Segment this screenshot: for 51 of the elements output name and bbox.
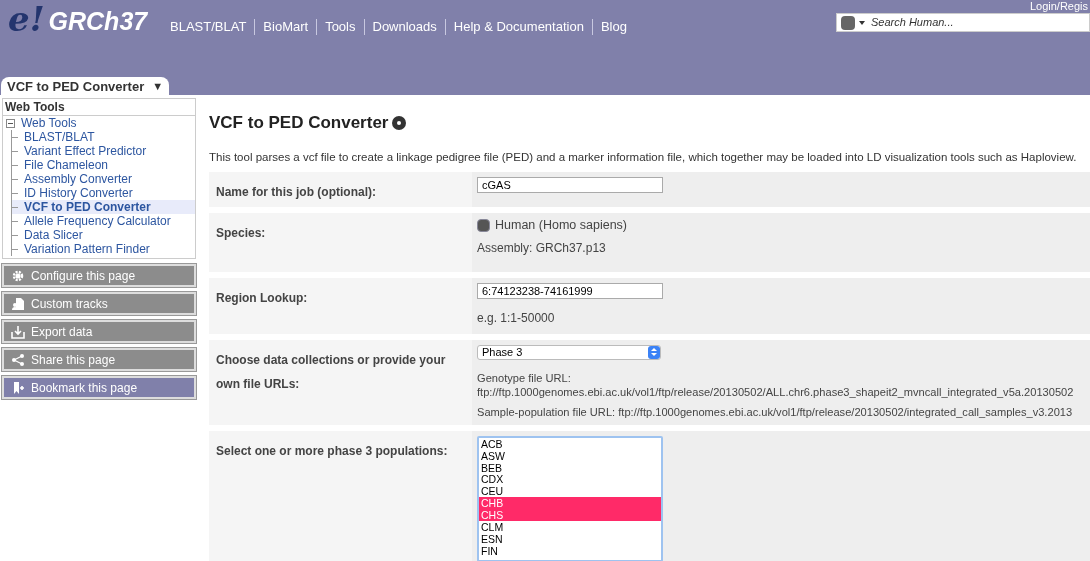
population-listbox[interactable]: ACB ASW BEB CDX CEU CHB CHS CLM ESN FIN	[477, 435, 663, 561]
nav-link[interactable]: Downloads	[372, 17, 437, 37]
nav-link[interactable]: Help & Documentation	[453, 17, 584, 37]
share-icon	[11, 352, 25, 367]
caret-icon[interactable]	[859, 20, 865, 25]
nav-link[interactable]: Tools	[325, 17, 356, 37]
nav-link[interactable]: Blog	[600, 17, 627, 37]
tree-item[interactable]: Variation Pattern Finder	[24, 240, 150, 258]
list-option[interactable]: FIN	[479, 544, 661, 557]
search-bar[interactable]: Search Human...	[836, 13, 1090, 32]
text-field[interactable]: 6:74123238-74161999	[477, 282, 663, 299]
form-label: Species:	[216, 225, 266, 240]
page-title: VCF to PED Converter	[209, 112, 389, 134]
form-label: Select one or more phase 3 populations:	[216, 443, 448, 458]
list-option[interactable]: CEU	[479, 485, 661, 498]
url-text: Genotype file URL:	[477, 370, 572, 385]
dropdown-arrows-icon[interactable]	[648, 345, 660, 359]
dropdown[interactable]: Phase 3	[477, 344, 661, 360]
login-link[interactable]: Login/Regis	[1029, 0, 1088, 12]
list-option[interactable]: CLM	[479, 521, 661, 533]
logo[interactable]: e!GRCh37	[8, 2, 148, 36]
hint-text: e.g. 1:1-50000	[477, 310, 556, 327]
download-tray-icon	[11, 324, 25, 339]
list-option[interactable]: CHB	[479, 497, 661, 510]
species-name: Human (Homo sapiens)	[495, 217, 627, 233]
description: This tool parses a vcf file to create a linkage pedigree file (PED) and a marker information file, which together may be loaded into LD visualization tools such as Haploview.	[209, 149, 1078, 165]
panel-title: Web Tools	[3, 99, 195, 116]
list-option[interactable]: BEB	[479, 461, 661, 474]
form-label: Region Lookup:	[216, 290, 308, 305]
sidebar-button[interactable]: Bookmark this page	[2, 376, 196, 399]
nav-link[interactable]: BioMart	[263, 17, 309, 37]
tree-item[interactable]: Allele Frequency Calculator	[24, 212, 171, 230]
caret-icon[interactable]: ▼	[152, 80, 164, 92]
form-label: Choose data collections or provide your own file URLs:	[216, 352, 446, 391]
list-option[interactable]: ESN	[479, 532, 661, 545]
collapse-icon[interactable]	[6, 118, 15, 128]
nav-link[interactable]: BLAST/BLAT	[170, 17, 247, 37]
url-text: Sample-population file URL: ftp://ftp.1000genomes.ebi.ac.uk/vol1/ftp/release/20130502/integrated_call_samples_v3.2013	[477, 404, 1074, 419]
species-icon[interactable]	[841, 15, 855, 30]
search-field[interactable]: Search Human...	[871, 14, 1089, 31]
list-option[interactable]: ACB	[479, 437, 661, 450]
bookmark-icon	[11, 380, 25, 395]
list-option[interactable]: CDX	[479, 473, 661, 486]
url-text: ftp://ftp.1000genomes.ebi.ac.uk/vol1/ftp/release/20130502/ALL.chr6.phase3_shapeit2_mvncall_integrated_v5a.20130502	[477, 384, 1075, 399]
list-option[interactable]: ASW	[479, 449, 661, 462]
form-label: Name for this job (optional):	[216, 184, 376, 199]
text-field[interactable]: cGAS	[477, 176, 663, 193]
list-option[interactable]: CHS	[479, 509, 661, 521]
page-tab[interactable]: VCF to PED Converter ▼	[1, 77, 170, 95]
assembly-text: Assembly: GRCh37.p13	[477, 240, 607, 257]
species-icon	[477, 218, 490, 232]
